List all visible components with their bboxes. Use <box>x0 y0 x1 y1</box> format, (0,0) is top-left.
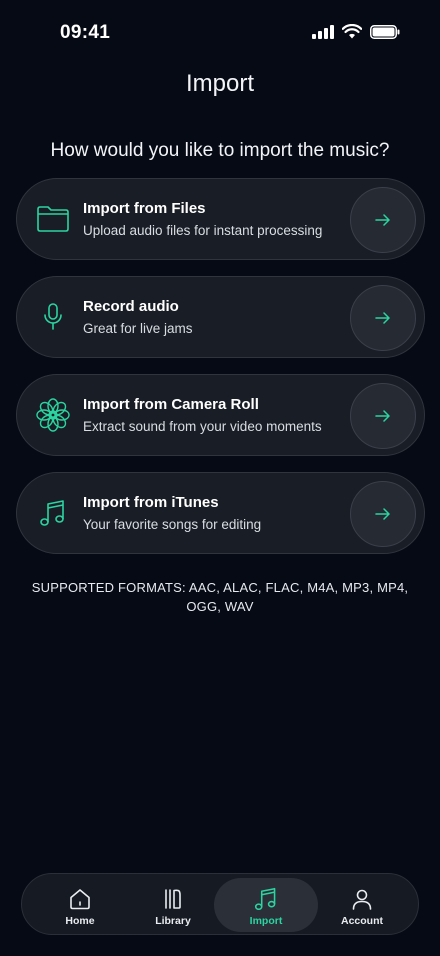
music-note-icon <box>253 886 279 912</box>
battery-icon <box>370 24 400 39</box>
option-title: Record audio <box>83 298 179 315</box>
arrow-right-icon[interactable] <box>350 285 416 351</box>
import-options: Import from Files Upload audio files for… <box>16 178 425 570</box>
option-title: Import from Files <box>83 200 206 217</box>
import-from-itunes-option[interactable]: Import from iTunes Your favorite songs f… <box>16 472 425 554</box>
tab-label: Account <box>341 915 383 927</box>
option-subtitle: Extract sound from your video moments <box>83 419 322 434</box>
signal-icon <box>312 24 334 39</box>
option-title: Import from iTunes <box>83 494 219 511</box>
folder-icon <box>35 201 71 237</box>
user-icon <box>349 886 375 912</box>
library-icon <box>160 886 186 912</box>
arrow-right-icon[interactable] <box>350 187 416 253</box>
flower-icon <box>35 397 71 433</box>
tab-import[interactable]: Import <box>214 878 318 932</box>
tab-account[interactable]: Account <box>310 878 414 932</box>
tab-library[interactable]: Library <box>121 878 225 932</box>
record-audio-option[interactable]: Record audio Great for live jams <box>16 276 425 358</box>
microphone-icon <box>35 299 71 335</box>
supported-formats: SUPPORTED FORMATS: AAC, ALAC, FLAC, M4A,… <box>31 580 409 614</box>
tab-label: Import <box>249 915 283 927</box>
option-title: Import from Camera Roll <box>83 396 259 413</box>
tab-label: Library <box>155 915 191 927</box>
arrow-right-icon[interactable] <box>350 383 416 449</box>
wifi-icon <box>342 24 362 39</box>
option-subtitle: Upload audio files for instant processin… <box>83 223 323 238</box>
import-question: How would you like to import the music? <box>50 140 390 161</box>
import-screen: 09:41 Import How would you like to impor… <box>0 0 440 956</box>
tab-home[interactable]: Home <box>28 878 132 932</box>
option-subtitle: Great for live jams <box>83 321 193 336</box>
import-from-camera-roll-option[interactable]: Import from Camera Roll Extract sound fr… <box>16 374 425 456</box>
status-time: 09:41 <box>60 22 111 43</box>
import-from-files-option[interactable]: Import from Files Upload audio files for… <box>16 178 425 260</box>
option-subtitle: Your favorite songs for editing <box>83 517 262 532</box>
home-icon <box>67 886 93 912</box>
music-note-icon <box>35 495 71 531</box>
status-icons <box>312 24 400 39</box>
bottom-tab-bar: Home Library Import Account <box>21 873 419 935</box>
status-bar: 09:41 <box>0 0 440 64</box>
page-title: Import <box>185 70 254 97</box>
arrow-right-icon[interactable] <box>350 481 416 547</box>
tab-label: Home <box>65 915 95 927</box>
